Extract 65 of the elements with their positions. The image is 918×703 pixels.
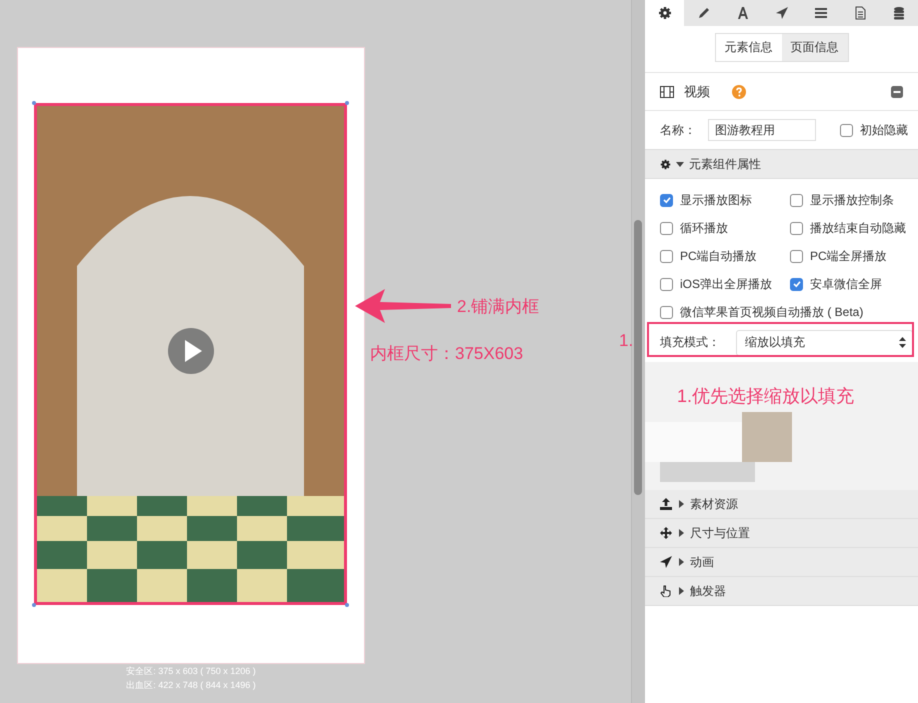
- document-icon: [852, 6, 866, 20]
- checkbox[interactable]: [660, 194, 673, 206]
- hidden-checkbox-option[interactable]: 初始隐藏: [840, 122, 908, 138]
- check-icon: [662, 195, 672, 205]
- option-checkbox[interactable]: 显示播放图标: [660, 186, 790, 214]
- fill-mode-label: 填充模式：: [660, 334, 720, 351]
- option-checkbox[interactable]: 微信苹果首页视频自动播放 ( Beta): [660, 298, 918, 326]
- section-header[interactable]: 触发器: [645, 577, 918, 606]
- checkbox[interactable]: [660, 250, 673, 262]
- info-tab[interactable]: 页面信息: [782, 34, 848, 61]
- caret-right-icon: [677, 529, 685, 537]
- checkbox[interactable]: [660, 278, 673, 290]
- option-checkbox[interactable]: 播放结束自动隐藏: [790, 214, 918, 242]
- annotation-label: 内框尺寸：375X603: [370, 343, 524, 365]
- section-header[interactable]: 元素组件属性: [645, 149, 918, 179]
- checkbox[interactable]: [790, 250, 803, 262]
- upload-icon: [660, 498, 672, 510]
- updown-icon: [899, 337, 906, 348]
- checkbox[interactable]: [660, 222, 673, 234]
- caret-right-icon: [677, 587, 685, 595]
- hand-pointer-icon: [660, 585, 672, 597]
- scrollbar-thumb[interactable]: [634, 220, 642, 495]
- caret-right-icon: [677, 500, 685, 508]
- checkbox[interactable]: [790, 222, 803, 234]
- menu-icon: [814, 6, 828, 20]
- option-checkbox[interactable]: PC端自动播放: [660, 242, 790, 270]
- fill-mode-select[interactable]: 缩放以填充: [736, 330, 913, 356]
- checkbox[interactable]: [660, 306, 673, 318]
- section-header[interactable]: 素材资源: [645, 490, 918, 519]
- name-label: 名称：: [660, 122, 696, 138]
- move-icon: [660, 527, 672, 539]
- option-checkbox[interactable]: PC端全屏播放: [790, 242, 918, 270]
- film-icon: [660, 86, 674, 98]
- step-marker: 1.: [619, 331, 634, 351]
- element-type-title: 视频: [684, 82, 710, 100]
- paper-plane-icon: [774, 6, 788, 20]
- settings-icon: [660, 158, 671, 170]
- caret-down-icon: [676, 160, 684, 168]
- checkbox[interactable]: [840, 124, 853, 136]
- option-checkbox[interactable]: iOS弹出全屏播放: [660, 270, 790, 298]
- pencil-icon: [696, 6, 710, 20]
- name-input[interactable]: 图游教程用: [708, 119, 816, 141]
- checkbox[interactable]: [790, 194, 803, 206]
- checkbox[interactable]: [790, 278, 803, 290]
- option-checkbox[interactable]: 循环播放: [660, 214, 790, 242]
- option-checkbox[interactable]: 安卓微信全屏: [790, 270, 918, 298]
- section-header[interactable]: 尺寸与位置: [645, 519, 918, 548]
- panel-tab[interactable]: [645, 0, 684, 26]
- settings-icon: [658, 6, 672, 20]
- resize-handle[interactable]: [345, 101, 349, 105]
- collapse-icon[interactable]: [891, 86, 903, 98]
- paper-plane-icon: [660, 556, 672, 568]
- annotation-label: 1.优先选择缩放以填充: [677, 385, 854, 408]
- annotation-label: 2.铺满内框: [457, 296, 540, 318]
- resize-handle[interactable]: [32, 603, 36, 607]
- caret-right-icon: [677, 558, 685, 566]
- resize-handle[interactable]: [345, 603, 349, 607]
- option-checkbox[interactable]: 显示播放控制条: [790, 186, 918, 214]
- letter-icon: [736, 6, 750, 20]
- help-icon[interactable]: [732, 84, 746, 98]
- play-icon[interactable]: [168, 328, 214, 374]
- database-icon: [892, 6, 906, 20]
- check-icon: [792, 279, 802, 289]
- section-header[interactable]: 动画: [645, 548, 918, 577]
- resize-handle[interactable]: [32, 101, 36, 105]
